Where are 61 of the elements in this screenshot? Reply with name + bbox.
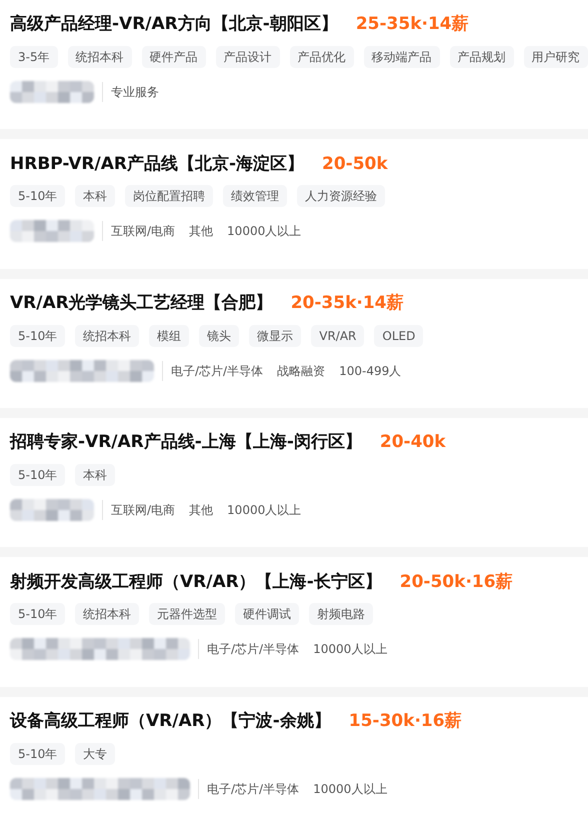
job-title: 高级产品经理-VR/AR方向【北京-朝阳区】: [10, 13, 338, 36]
job-tag: 产品优化: [290, 46, 354, 68]
job-tag: 本科: [75, 185, 116, 208]
job-tag: 本科: [75, 464, 116, 486]
job-title: 设备高级工程师（VR/AR）【宁波-余姚】: [10, 710, 331, 733]
job-tag: 5-10年: [10, 742, 66, 765]
job-tag: VR/AR: [311, 324, 364, 347]
job-title: 招聘专家-VR/AR产品线-上海【上海-闵行区】: [10, 431, 362, 454]
job-tag: 5-10年: [10, 185, 66, 208]
salary: 20-35k·14薪: [290, 292, 404, 315]
job-tag: 产品规划: [450, 46, 514, 68]
company-info: 互联网/电商: [111, 502, 176, 519]
job-tag: 5-10年: [10, 324, 66, 347]
job-title: HRBP-VR/AR产品线【北京-海淀区】: [10, 152, 304, 176]
job-tag: 微显示: [249, 324, 302, 347]
company-info: 其他: [189, 223, 214, 240]
job-tag: 硬件调试: [235, 603, 300, 626]
job-title: VR/AR光学镜头工艺经理【合肥】: [10, 292, 273, 315]
job-card[interactable]: 射频开发高级工程师（VR/AR）【上海-长宁区】 20-50k·16薪 5-10年 统招本科 元器件选型 硬件调试 射频电路 电子/芯片/半导体 10000人以上: [0, 557, 588, 687]
company-info: 战略融资: [277, 362, 326, 380]
job-tag: 模组: [149, 324, 190, 347]
job-tag: 统招本科: [68, 46, 132, 68]
job-tag: 人力资源经验: [297, 185, 386, 208]
job-card[interactable]: VR/AR光学镜头工艺经理【合肥】 20-35k·14薪 5-10年 统招本科 模组 镜头 微显示 VR/AR OLED 电子/芯片/半导体 战略融资 100-499人: [0, 278, 588, 408]
job-tag: 移动端产品: [364, 46, 440, 68]
job-card[interactable]: HRBP-VR/AR产品线【北京-海淀区】 20-50k 5-10年 本科 岗位配置招聘 绩效管理 人力资源经验 互联网/电商 其他 10000人以上: [0, 139, 588, 269]
company-info: 10000人以上: [313, 641, 388, 658]
company-info: 100-499人: [339, 362, 402, 380]
job-tag: 统招本科: [75, 603, 140, 626]
job-tag: 产品设计: [216, 46, 280, 68]
job-title: 射频开发高级工程师（VR/AR）【上海-长宁区】: [10, 570, 382, 594]
job-tag: 岗位配置招聘: [125, 185, 214, 208]
job-tag: 统招本科: [75, 324, 140, 347]
company-info: 10000人以上: [227, 223, 302, 240]
job-tag: 绩效管理: [223, 185, 288, 208]
company-info: 互联网/电商: [111, 223, 176, 240]
company-info: 10000人以上: [313, 780, 388, 798]
job-tag: 硬件产品: [142, 46, 206, 68]
job-tag: 3-5年: [10, 46, 58, 68]
company-info: 电子/芯片/半导体: [207, 641, 300, 658]
job-tag: 用户研究: [524, 46, 588, 68]
job-tag: 大专: [75, 742, 116, 765]
job-tag: 元器件选型: [149, 603, 226, 626]
company-info: 专业服务: [111, 84, 159, 101]
salary: 20-50k: [322, 152, 388, 176]
job-tag: OLED: [374, 324, 424, 347]
job-card[interactable]: 设备高级工程师（VR/AR）【宁波-余姚】 15-30k·16薪 5-10年 大专 电子/芯片/半导体 10000人以上: [0, 696, 588, 826]
salary: 20-50k·16薪: [400, 570, 513, 594]
job-tag: 镜头: [199, 324, 240, 347]
company-info: 其他: [189, 502, 214, 519]
job-tag: 射频电路: [309, 603, 374, 626]
job-card[interactable]: 招聘专家-VR/AR产品线-上海【上海-闵行区】 20-40k 5-10年 本科 互联网/电商 其他 10000人以上: [0, 418, 588, 548]
company-info: 电子/芯片/半导体: [207, 780, 300, 798]
salary: 20-40k: [380, 431, 446, 454]
job-tag: 5-10年: [10, 464, 66, 486]
job-tag: 5-10年: [10, 603, 66, 626]
salary: 15-30k·16薪: [348, 710, 462, 733]
company-info: 电子/芯片/半导体: [171, 362, 264, 380]
job-card[interactable]: 高级产品经理-VR/AR方向【北京-朝阳区】 25-35k·14薪 3-5年 统招本科 硬件产品 产品设计 产品优化 移动端产品 产品规划 用户研究 专业服务: [0, 0, 588, 130]
company-info: 10000人以上: [227, 502, 302, 519]
salary: 25-35k·14薪: [356, 13, 469, 36]
